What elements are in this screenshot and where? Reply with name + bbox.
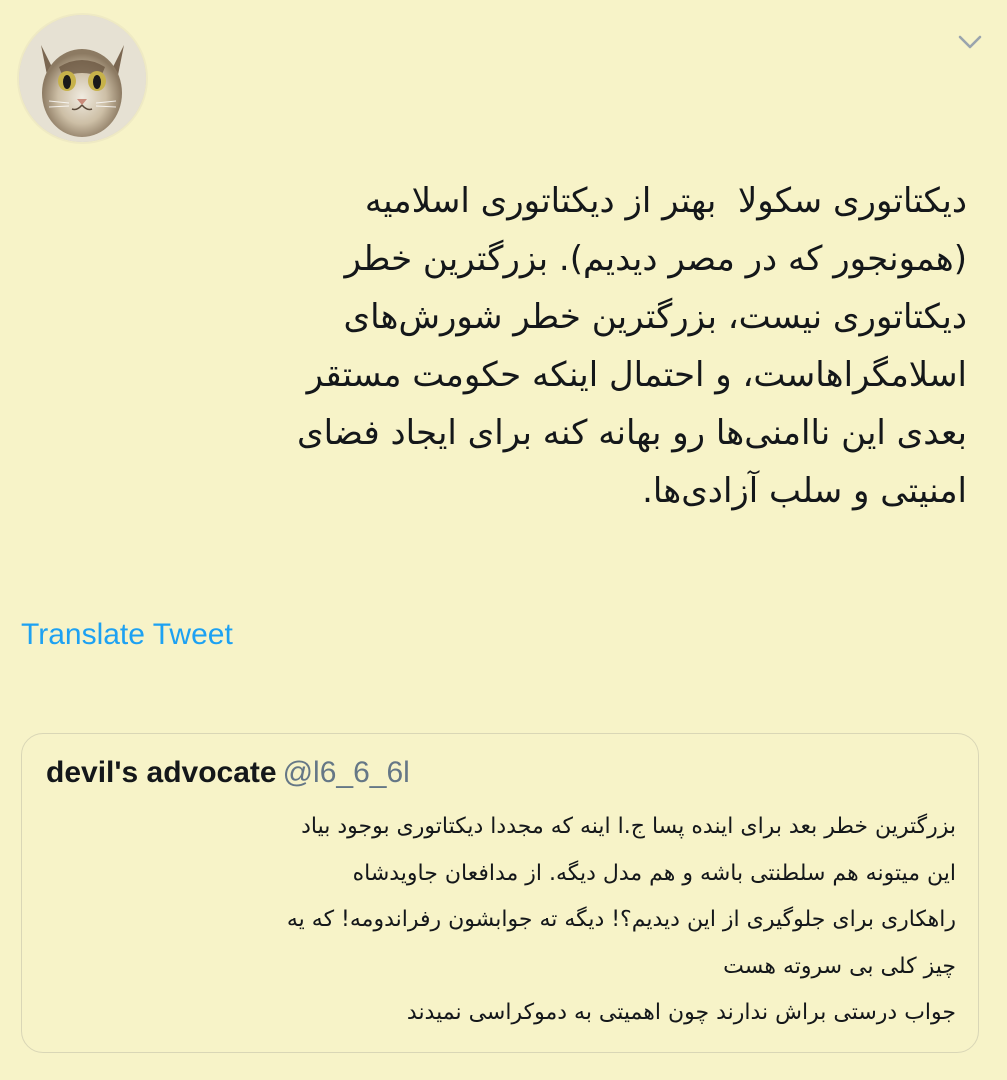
quoted-author-name: devil's advocate (46, 756, 277, 789)
chevron-down-icon[interactable] (955, 30, 985, 54)
quoted-author-handle: @l6_6_6l (282, 756, 410, 789)
cat-avatar-icon (19, 15, 146, 142)
tweet-text: دیکتاتوری سکولا بهتر از دیکتاتوری اسلامی… (297, 181, 967, 511)
user-avatar[interactable] (19, 15, 146, 142)
quoted-tweet-text: بزرگترین خطر بعد برای اینده پسا ج.ا اینه… (286, 814, 956, 1025)
quoted-tweet-header: devil's advocate @l6_6_6l (46, 756, 410, 790)
translate-tweet-link[interactable]: Translate Tweet (21, 618, 233, 652)
quoted-tweet-card[interactable]: devil's advocate @l6_6_6l بزرگترین خطر بع… (21, 733, 979, 1053)
